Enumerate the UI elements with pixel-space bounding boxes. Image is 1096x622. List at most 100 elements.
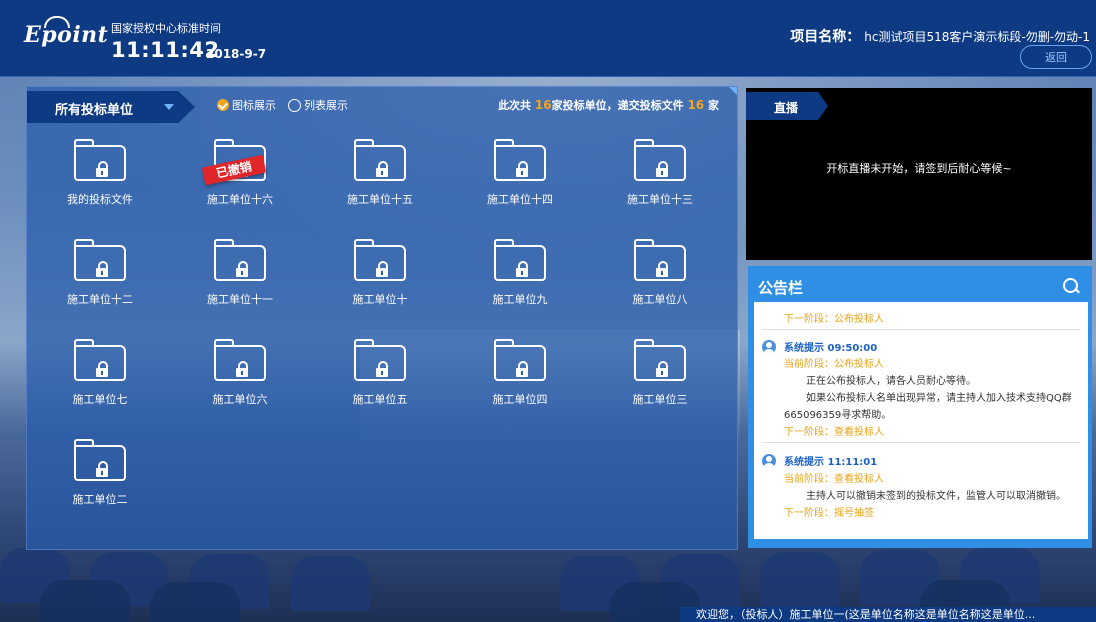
folder-label: 施工单位四	[492, 393, 548, 406]
lock-icon	[236, 261, 248, 277]
view-option-icons[interactable]: 图标展示	[217, 97, 276, 113]
clock-time: 11:11:42	[111, 38, 220, 62]
folder-label: 施工单位九	[492, 293, 548, 306]
bidder-folder[interactable]: 施工单位十三	[605, 139, 715, 229]
view-mode-toggle: 图标展示 列表展示	[217, 97, 360, 113]
folder-label: 施工单位十一	[207, 293, 273, 306]
lock-keyhole	[241, 271, 243, 275]
bidder-folder[interactable]: 施工单位十二	[45, 239, 155, 329]
unit-count: 16	[534, 98, 552, 112]
folder-icon	[494, 139, 546, 181]
folder-label: 施工单位六	[212, 393, 268, 406]
folder-label: 施工单位十	[352, 293, 408, 306]
folder-body	[214, 345, 266, 381]
bidder-folder[interactable]: 施工单位六	[185, 339, 295, 429]
welcome-ticker: 欢迎您，（投标人）施工单位一(这是单位名称这是单位名称这是单位...	[680, 607, 1096, 622]
folder-icon	[74, 239, 126, 281]
folder-body	[494, 145, 546, 181]
lock-icon	[376, 361, 388, 377]
caret-down-icon	[164, 104, 174, 110]
summary-prefix: 此次共	[498, 99, 532, 112]
empty-circle-icon	[288, 98, 301, 112]
divider	[762, 329, 1080, 330]
summary-middle: 家投标单位，递交投标文件	[551, 99, 684, 112]
folder-label: 施工单位五	[352, 393, 408, 406]
clock-date: 2018-9-7	[206, 47, 267, 61]
unit-filter-dropdown[interactable]: 所有投标单位	[27, 91, 195, 123]
folder-body	[354, 245, 406, 281]
bidder-folder[interactable]: 施工单位十一	[185, 239, 295, 329]
folder-body	[74, 145, 126, 181]
notice-entry-current: 当前阶段：公布投标人	[784, 359, 884, 370]
folder-icon	[354, 239, 406, 281]
bidder-folder[interactable]: 施工单位二	[45, 439, 155, 529]
bidder-folder[interactable]: 施工单位五	[325, 339, 435, 429]
folder-label: 施工单位十六	[207, 193, 273, 206]
lock-icon	[516, 261, 528, 277]
view-option-label: 图标展示	[232, 99, 276, 112]
notice-entry-text: 主持人可以撤销未签到的投标文件，监管人可以取消撤销。	[806, 491, 1066, 502]
logo: Epoint	[24, 22, 109, 48]
bidder-folder[interactable]: 已撤销 施工单位十六	[185, 139, 295, 229]
notice-entry-text: 如果公布投标人名单出现异常，请主持人加入技术支持QQ群	[806, 393, 1072, 404]
lock-keyhole	[241, 371, 243, 375]
time-label: 国家授权中心标准时间	[111, 22, 221, 35]
lock-keyhole	[381, 371, 383, 375]
bidder-folder[interactable]: 施工单位九	[465, 239, 575, 329]
notice-entry-text: 正在公布投标人，请各人员耐心等待。	[806, 376, 976, 387]
file-count: 16	[687, 98, 705, 112]
project-label: 项目名称：	[790, 29, 861, 45]
bidder-folder[interactable]: 施工单位十	[325, 239, 435, 329]
project-info: 项目名称： hc测试项目518客户演示标段-勿删-勿动-1	[790, 26, 1090, 46]
folder-label: 施工单位七	[72, 393, 128, 406]
folder-label: 施工单位十四	[487, 193, 553, 206]
folder-body	[494, 345, 546, 381]
folder-body	[354, 145, 406, 181]
tab-live-label: 直播	[774, 101, 799, 115]
lock-icon	[656, 361, 668, 377]
lock-keyhole	[381, 171, 383, 175]
folder-label: 施工单位三	[632, 393, 688, 406]
bidder-folder[interactable]: 施工单位十五	[325, 139, 435, 229]
bidder-folder[interactable]: 我的投标文件	[45, 139, 155, 229]
folder-icon	[354, 339, 406, 381]
seat	[760, 552, 840, 607]
search-icon[interactable]	[1063, 278, 1078, 293]
bidder-folder[interactable]: 施工单位八	[605, 239, 715, 329]
corner-triangle	[729, 87, 737, 95]
folder-label: 施工单位八	[632, 293, 688, 306]
lock-keyhole	[381, 271, 383, 275]
back-button[interactable]: 返回	[1020, 45, 1092, 69]
folder-icon	[74, 139, 126, 181]
bidder-folder[interactable]: 施工单位七	[45, 339, 155, 429]
bidder-folder[interactable]: 施工单位三	[605, 339, 715, 429]
system-avatar-icon	[762, 454, 776, 468]
notice-entry-current: 当前阶段：查看投标人	[784, 474, 884, 485]
divider	[762, 442, 1080, 443]
notice-entry-next: 下一阶段：摇号抽签	[784, 508, 874, 519]
folder-icon	[494, 239, 546, 281]
folder-icon	[214, 239, 266, 281]
notice-list[interactable]: 下一阶段：公布投标人 系统提示 09:50:00 当前阶段：公布投标人 正在公布…	[754, 302, 1088, 539]
notice-board: 公告栏 下一阶段：公布投标人 系统提示 09:50:00 当前阶段：公布投标人 …	[748, 266, 1092, 548]
folder-body	[74, 245, 126, 281]
folder-body	[354, 345, 406, 381]
folder-label: 施工单位十三	[627, 193, 693, 206]
notice-entry-head: 系统提示 09:50:00	[784, 343, 878, 354]
notice-title: 公告栏	[758, 279, 804, 297]
folder-body	[74, 445, 126, 481]
lock-keyhole	[661, 171, 663, 175]
lock-keyhole	[101, 371, 103, 375]
lock-icon	[516, 161, 528, 177]
view-option-label: 列表展示	[304, 99, 348, 112]
lock-keyhole	[521, 171, 523, 175]
lock-icon	[656, 161, 668, 177]
tab-live[interactable]: 直播	[746, 92, 828, 120]
bidder-folder[interactable]: 施工单位十四	[465, 139, 575, 229]
view-option-list[interactable]: 列表展示	[288, 97, 348, 113]
project-name: hc测试项目518客户演示标段-勿删-勿动-1	[864, 30, 1090, 44]
folder-icon	[74, 439, 126, 481]
bidder-folder[interactable]: 施工单位四	[465, 339, 575, 429]
lock-icon	[96, 261, 108, 277]
notice-entry-text: 665096359寻求帮助。	[784, 410, 892, 421]
